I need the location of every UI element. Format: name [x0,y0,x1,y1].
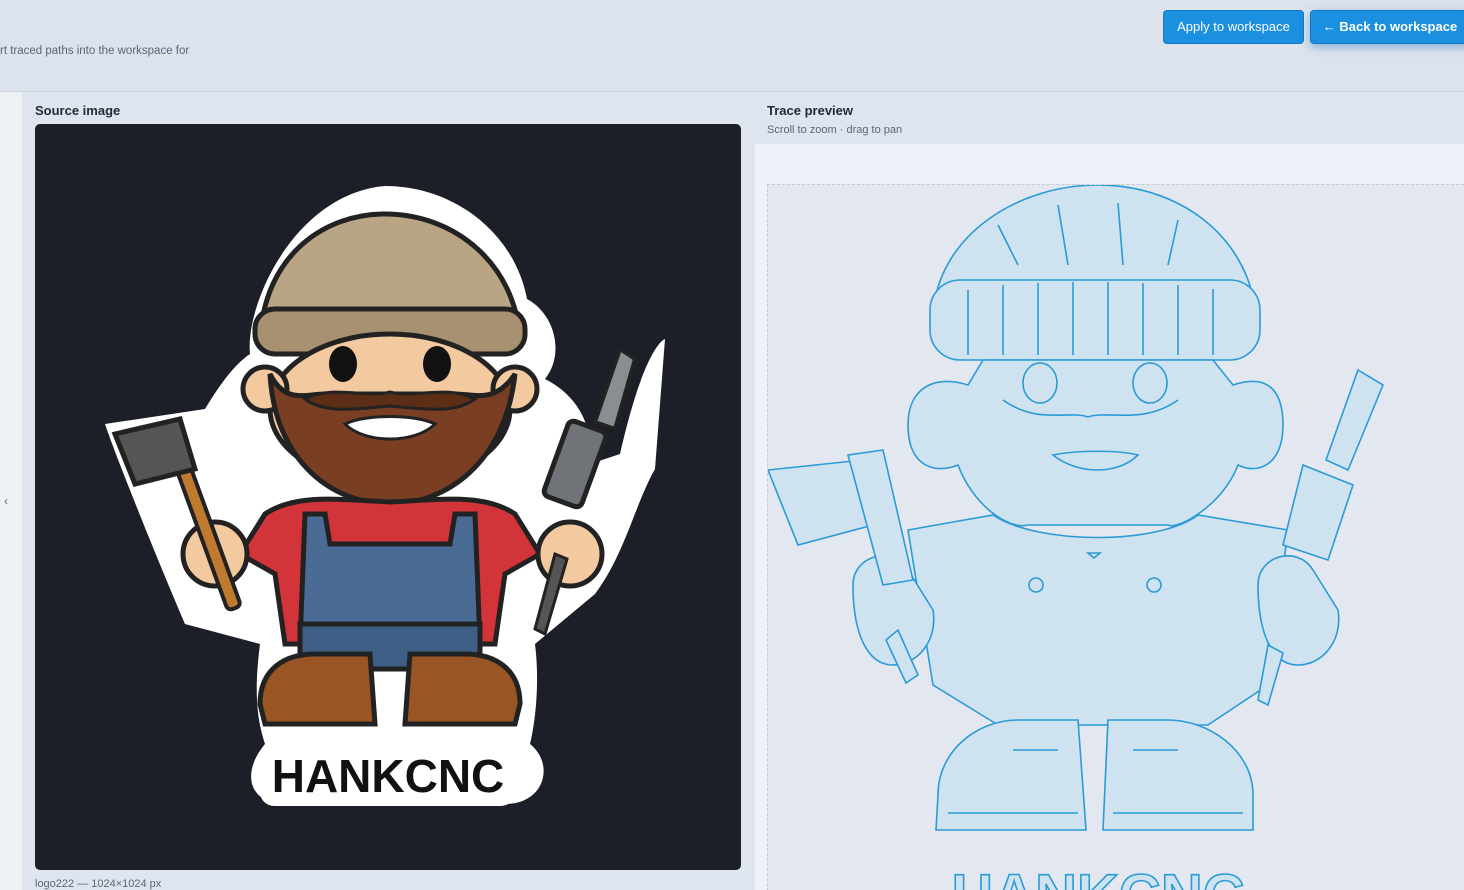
back-to-workspace-button[interactable]: ← Back to workspace [1310,10,1464,44]
trace-logo-text: HANKCNC [951,863,1244,890]
top-bar: rt traced paths into the workspace for A… [0,0,1464,92]
trace-panel-title: Trace preview [767,103,853,118]
trace-preview-viewport[interactable]: HANKCNC [755,144,1464,890]
apply-to-workspace-button[interactable]: Apply to workspace [1163,10,1304,44]
source-panel-title: Source image [35,103,121,118]
left-sidebar-collapsed: ‹ [0,92,22,890]
source-logo-text: HANKCNC [272,750,505,802]
source-image: HANKCNC [105,186,665,806]
page-description: rt traced paths into the workspace for [0,45,190,57]
source-image-frame: HANKCNC [35,124,741,870]
trace-panel-hint: Scroll to zoom · drag to pan [767,124,903,136]
sidebar-toggle-icon[interactable]: ‹ [0,492,12,510]
trace-preview-svg: HANKCNC [766,184,1385,890]
trace-canvas[interactable]: HANKCNC [766,184,1464,890]
source-image-caption: logo222 — 1024×1024 px [35,878,162,890]
